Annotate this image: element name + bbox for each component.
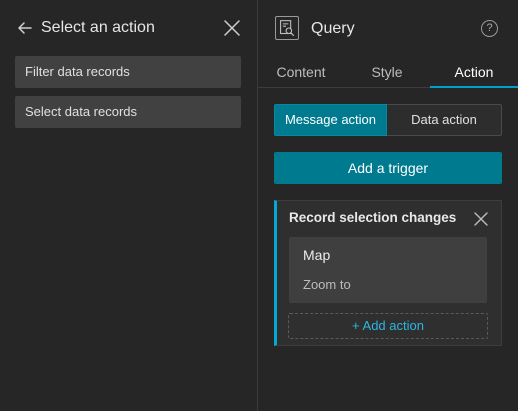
query-widget-icon [275,16,299,40]
trigger-title: Record selection changes [289,210,457,225]
settings-tabs: Content Style Action [258,56,518,88]
select-action-panel: Select an action Filter data records Sel… [0,0,257,411]
panel-title: Select an action [41,19,155,36]
add-action-button[interactable]: + Add action [288,313,488,339]
tab-style[interactable]: Style [344,56,430,88]
target-action-name: Zoom to [303,277,351,292]
close-icon[interactable] [223,19,241,37]
data-action-toggle[interactable]: Data action [387,104,502,136]
close-icon[interactable] [473,211,489,227]
message-action-toggle[interactable]: Message action [274,104,387,136]
widget-settings-panel: Query ? Content Style Action Message act… [258,0,518,411]
widget-title: Query [311,20,355,37]
action-item-select-data-records[interactable]: Select data records [15,96,241,128]
tab-action[interactable]: Action [430,56,518,88]
target-widget-name: Map [303,247,331,263]
help-icon[interactable]: ? [481,20,498,37]
action-target[interactable]: Map Zoom to [289,237,487,303]
select-action-header: Select an action [0,0,257,56]
action-item-filter-data-records[interactable]: Filter data records [15,56,241,88]
add-trigger-button[interactable]: Add a trigger [274,152,502,184]
arrow-left-icon[interactable] [16,19,34,37]
trigger-card: Record selection changes Map Zoom to + A… [274,200,502,346]
tab-content[interactable]: Content [258,56,344,88]
